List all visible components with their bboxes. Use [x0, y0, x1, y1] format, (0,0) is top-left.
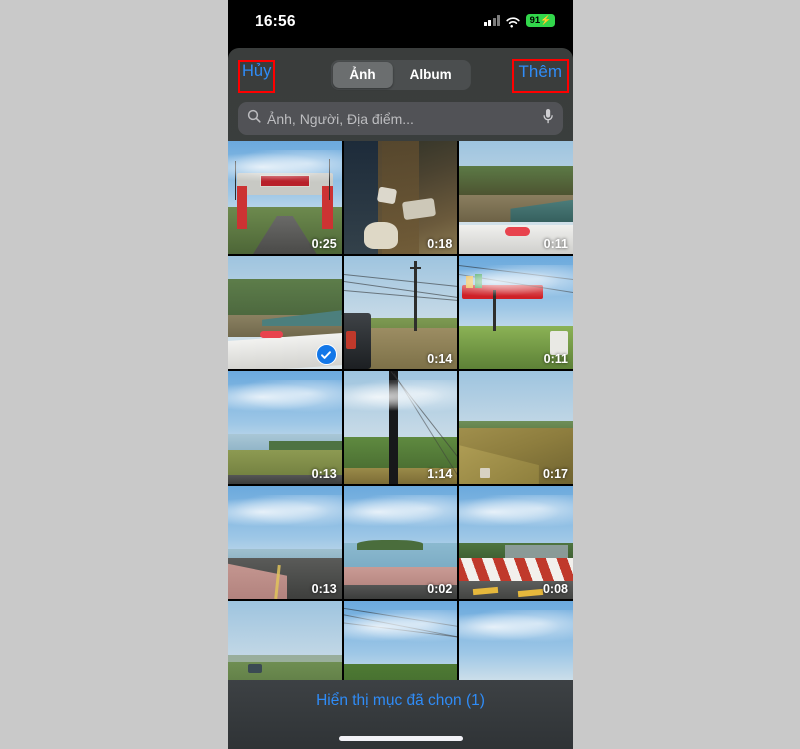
video-duration-label: 1:14 — [427, 467, 453, 481]
battery-percent: 91 — [529, 15, 541, 26]
add-button[interactable]: Thêm — [519, 62, 562, 82]
microphone-icon[interactable] — [542, 108, 554, 130]
video-duration-label: 0:25 — [311, 237, 337, 251]
photo-grid-item[interactable]: 1:14 — [343, 371, 458, 484]
picker-nav-bar: Hủy Ảnh Album Thêm — [228, 48, 573, 100]
search-icon — [247, 109, 261, 128]
photo-grid-item[interactable]: 0:17 — [459, 371, 573, 484]
video-duration-label: 0:13 — [311, 467, 337, 481]
segment-albums[interactable]: Album — [393, 62, 469, 88]
page-root: 16:56 91 ⚡ Hủy Ảnh Album Thêm Ảnh, Người… — [0, 0, 800, 749]
photo-grid-item[interactable]: 0:11 — [459, 256, 573, 369]
photo-grid-item[interactable] — [228, 256, 342, 369]
video-duration-label: 0:17 — [542, 467, 568, 481]
photo-grid-item[interactable]: 0:11 — [459, 141, 573, 254]
photo-grid-item[interactable]: 0:25 — [228, 141, 342, 254]
photo-grid-item[interactable]: 0:13 — [228, 486, 342, 599]
selected-checkmark-icon[interactable] — [315, 344, 337, 365]
photo-grid[interactable]: 0:25 0:18 0:11 0:14 0:11 0:13 1:14 0:17 0:13 0:02… — [228, 141, 573, 680]
video-duration-label: 0:11 — [543, 237, 568, 251]
bottom-toolbar: Hiển thị mục đã chọn (1) — [228, 680, 573, 749]
phone-screen: 16:56 91 ⚡ Hủy Ảnh Album Thêm Ảnh, Người… — [228, 0, 573, 749]
photo-grid-item[interactable]: 0:18 — [343, 141, 458, 254]
status-time: 16:56 — [255, 13, 296, 30]
home-indicator — [338, 736, 463, 741]
charging-bolt-icon: ⚡ — [540, 15, 552, 25]
cellular-signal-icon — [483, 15, 500, 26]
show-selected-button[interactable]: Hiển thị mục đã chọn (1) — [228, 692, 573, 710]
photo-grid-item[interactable]: 0:13 — [228, 371, 342, 484]
thumbnail-sea-horizon — [459, 601, 573, 680]
wifi-icon — [505, 15, 521, 28]
video-duration-label: 0:14 — [427, 352, 453, 366]
video-duration-label: 0:02 — [427, 582, 453, 596]
status-bar: 16:56 91 ⚡ — [228, 0, 573, 48]
photo-grid-item[interactable]: 0:02 — [343, 486, 458, 599]
source-segmented-control[interactable]: Ảnh Album — [330, 60, 471, 90]
photo-picker-sheet: Hủy Ảnh Album Thêm Ảnh, Người, Địa điểm.… — [228, 48, 573, 749]
search-input[interactable]: Ảnh, Người, Địa điểm... — [238, 102, 563, 135]
photo-grid-item[interactable]: 0:08 — [459, 486, 573, 599]
segment-photos[interactable]: Ảnh — [332, 62, 393, 88]
photo-grid-item[interactable] — [459, 601, 573, 680]
thumbnail-forest-wires — [343, 601, 458, 680]
video-duration-label: 0:08 — [542, 582, 568, 596]
photo-grid-item[interactable] — [343, 601, 458, 680]
thumbnail-hills-far — [228, 601, 342, 680]
status-icons: 91 ⚡ — [483, 14, 555, 28]
video-duration-label: 0:11 — [543, 352, 568, 366]
cancel-button[interactable]: Hủy — [242, 62, 271, 81]
search-placeholder: Ảnh, Người, Địa điểm... — [267, 110, 414, 127]
photo-grid-item[interactable]: 0:14 — [343, 256, 458, 369]
photo-grid-item[interactable] — [228, 601, 342, 680]
video-duration-label: 0:18 — [427, 237, 453, 251]
battery-icon: 91 ⚡ — [526, 14, 555, 27]
video-duration-label: 0:13 — [311, 582, 337, 596]
